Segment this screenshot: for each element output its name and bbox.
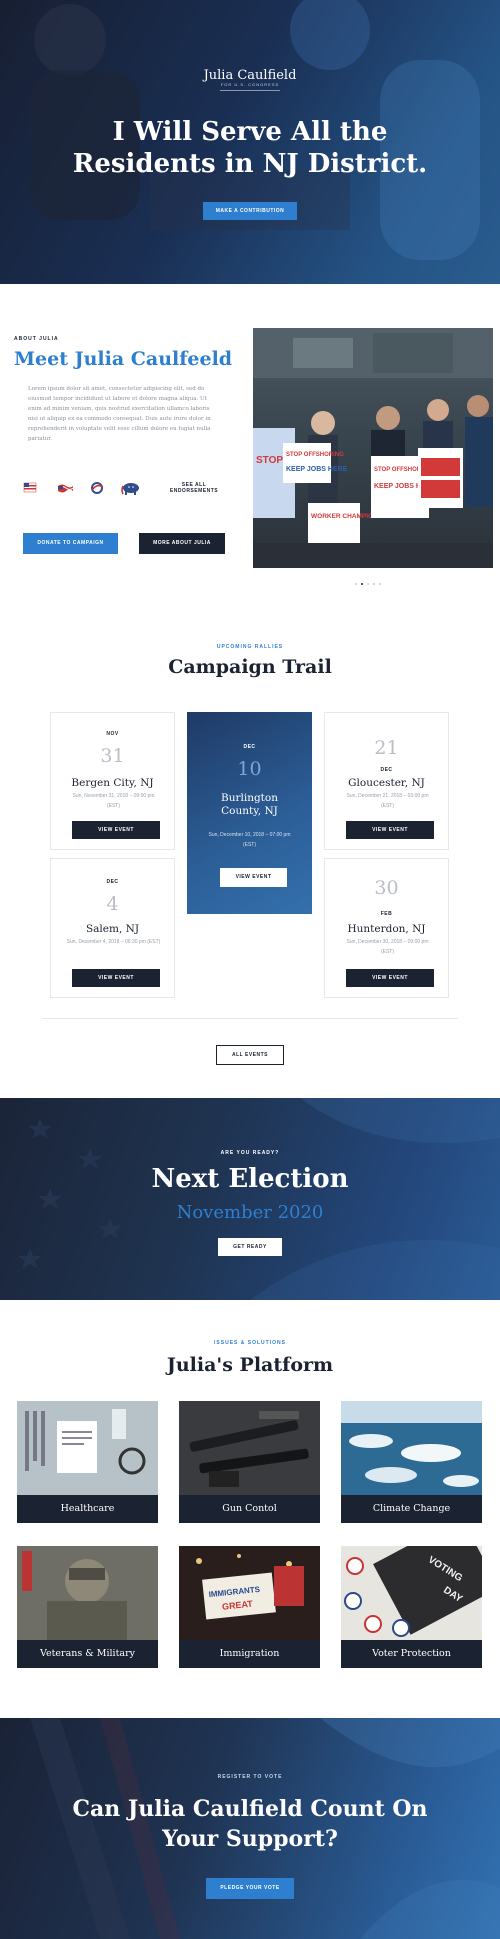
about-title: Meet Julia Caulfeeld [14, 348, 233, 370]
more-about-julia-button[interactable]: MORE ABOUT JULIA [139, 533, 225, 554]
issue-tile-climate-change[interactable]: Climate Change [341, 1401, 482, 1523]
healthcare-image [17, 1401, 158, 1495]
election-title: Next Election [151, 1164, 349, 1194]
event-month: DEC [380, 767, 393, 773]
elephant-icon[interactable] [120, 480, 142, 496]
platform-section: ISSUES & SOLUTIONS Julia's Platform Heal… [0, 1300, 500, 1718]
sign-keep-jobs: KEEP JOBS HERE [286, 466, 348, 473]
event-card: NOV 31 Bergen City, NJ Sun, November 31,… [50, 712, 175, 850]
gun-control-image [179, 1401, 320, 1495]
issue-label: Climate Change [372, 1503, 451, 1514]
logo-divider [220, 90, 280, 91]
view-event-button[interactable]: VIEW EVENT [346, 969, 434, 987]
election-kicker: ARE YOU READY? [220, 1150, 280, 1156]
svg-text:STOP: STOP [256, 455, 283, 466]
event-date: Sun, December 10, 2018 – 07:00 pm (EST) [208, 832, 291, 848]
election-subtitle: November 2020 [176, 1202, 324, 1223]
event-city: Salem, NJ [85, 923, 140, 935]
event-month: FEB [380, 911, 393, 917]
carousel-dot[interactable] [379, 583, 381, 585]
platform-title: Julia's Platform [166, 1354, 334, 1376]
support-section: REGISTER TO VOTE Can Julia Caulfield Cou… [0, 1718, 500, 1939]
flag-icon[interactable] [22, 480, 38, 496]
issue-tile-healthcare[interactable]: Healthcare [17, 1401, 158, 1523]
carousel-dot[interactable] [355, 583, 357, 585]
veterans-image [17, 1546, 158, 1640]
about-section: ABOUT JULIA Meet Julia Caulfeeld Lorem i… [0, 284, 500, 594]
event-card: 30 FEB Hunterdon, NJ Sun, December 30, 2… [324, 858, 449, 998]
pledge-vote-button[interactable]: PLEDGE YOUR VOTE [206, 1878, 294, 1899]
all-events-button[interactable]: ALL EVENTS [216, 1045, 284, 1065]
carousel-dot[interactable] [367, 583, 369, 585]
see-all-endorsements-link[interactable]: SEE ALL ENDORSEMENTS [166, 482, 222, 494]
event-city: Bergen City, NJ [71, 777, 154, 789]
event-day: 21 [374, 737, 399, 759]
support-title: Can Julia Caulfield Count On Your Suppor… [72, 1796, 428, 1852]
make-contribution-button[interactable]: MAKE A CONTRIBUTION [203, 202, 297, 220]
issue-label: Veterans & Military [40, 1648, 135, 1659]
event-day: 10 [237, 758, 262, 780]
event-date: Sun, December 30, 2018 – 09:00 pm (EST) [346, 939, 429, 955]
trail-title: Campaign Trail [168, 656, 332, 678]
site-logo-name[interactable]: Julia Caulfield [0, 68, 500, 83]
climate-change-image [341, 1401, 482, 1495]
event-day: 31 [100, 745, 125, 767]
event-city: Gloucester, NJ [348, 777, 425, 789]
campaign-trail-section: UPCOMING RALLIES Campaign Trail NOV 31 B… [0, 594, 500, 1098]
hero-title: I Will Serve All the Residents in NJ Dis… [72, 117, 428, 179]
event-date: Sun, December 21, 2018 – 03:00 pm (EST) [346, 793, 429, 809]
view-event-button[interactable]: VIEW EVENT [72, 821, 160, 839]
event-city: Hunterdon, NJ [347, 923, 426, 935]
view-event-button[interactable]: VIEW EVENT [346, 821, 434, 839]
waving-flag-icon[interactable] [56, 480, 74, 496]
issue-tile-voter-protection[interactable]: VOTING DAY Voter Protection [341, 1546, 482, 1668]
rally-photo[interactable]: STOP STOP OFFSHORING KEEP JOBS HERE WORK… [253, 328, 493, 568]
event-city: Burlington County, NJ [220, 792, 278, 817]
section-divider [42, 1018, 458, 1019]
event-day: 30 [374, 877, 399, 899]
next-election-section: ARE YOU READY? Next Election November 20… [0, 1098, 500, 1300]
issue-tile-veterans[interactable]: Veterans & Military [17, 1546, 158, 1668]
voter-protection-image: VOTING DAY [341, 1546, 482, 1640]
sign-worker-champion: WORKER CHAMPION [311, 513, 378, 520]
about-kicker: ABOUT JULIA [14, 336, 59, 342]
event-card: DEC 4 Salem, NJ Sun, December 4, 2018 – … [50, 858, 175, 998]
about-text: Lorem ipsum dolor sit amet, consectetur … [28, 386, 211, 442]
issue-tile-gun-control[interactable]: Gun Contol [179, 1401, 320, 1523]
view-event-button[interactable]: VIEW EVENT [220, 868, 287, 887]
issue-label: Healthcare [60, 1503, 115, 1514]
site-logo-subtitle: FOR U.S. CONGRESS [220, 82, 280, 87]
event-month: DEC [106, 879, 119, 885]
carousel-dot[interactable] [373, 583, 375, 585]
hero-section: Julia Caulfield FOR U.S. CONGRESS I Will… [0, 0, 500, 284]
event-month: NOV [106, 731, 119, 737]
event-date: Sun, December 4, 2018 – 06:30 pm (EST) [66, 939, 161, 945]
issue-tile-immigration[interactable]: IMMIGRANTS GREAT Immigration [179, 1546, 320, 1668]
trail-kicker: UPCOMING RALLIES [216, 644, 284, 650]
event-month: DEC [243, 744, 256, 750]
swirl-emblem-icon[interactable] [88, 480, 106, 496]
donate-button[interactable]: DONATE TO CAMPAIGN [23, 533, 118, 554]
carousel-dots[interactable] [355, 572, 385, 590]
support-kicker: REGISTER TO VOTE [217, 1774, 283, 1780]
sign-stop-offshoring: STOP OFFSHORING [286, 452, 344, 458]
issue-label: Voter Protection [372, 1648, 451, 1659]
event-card-featured: DEC 10 Burlington County, NJ Sun, Decemb… [187, 712, 312, 914]
event-day: 4 [106, 893, 119, 915]
event-date: Sun, November 31, 2018 – 09:00 pm (EST) [72, 793, 155, 809]
view-event-button[interactable]: VIEW EVENT [72, 969, 160, 987]
issue-label: Immigration [219, 1648, 280, 1659]
platform-kicker: ISSUES & SOLUTIONS [214, 1340, 286, 1346]
carousel-dot-active[interactable] [361, 583, 363, 585]
get-ready-button[interactable]: GET READY [218, 1238, 282, 1256]
issue-label: Gun Contol [222, 1503, 277, 1514]
flag-background-image [18, 1098, 500, 1300]
event-card: 21 DEC Gloucester, NJ Sun, December 21, … [324, 712, 449, 850]
immigration-image: IMMIGRANTS GREAT [179, 1546, 320, 1640]
